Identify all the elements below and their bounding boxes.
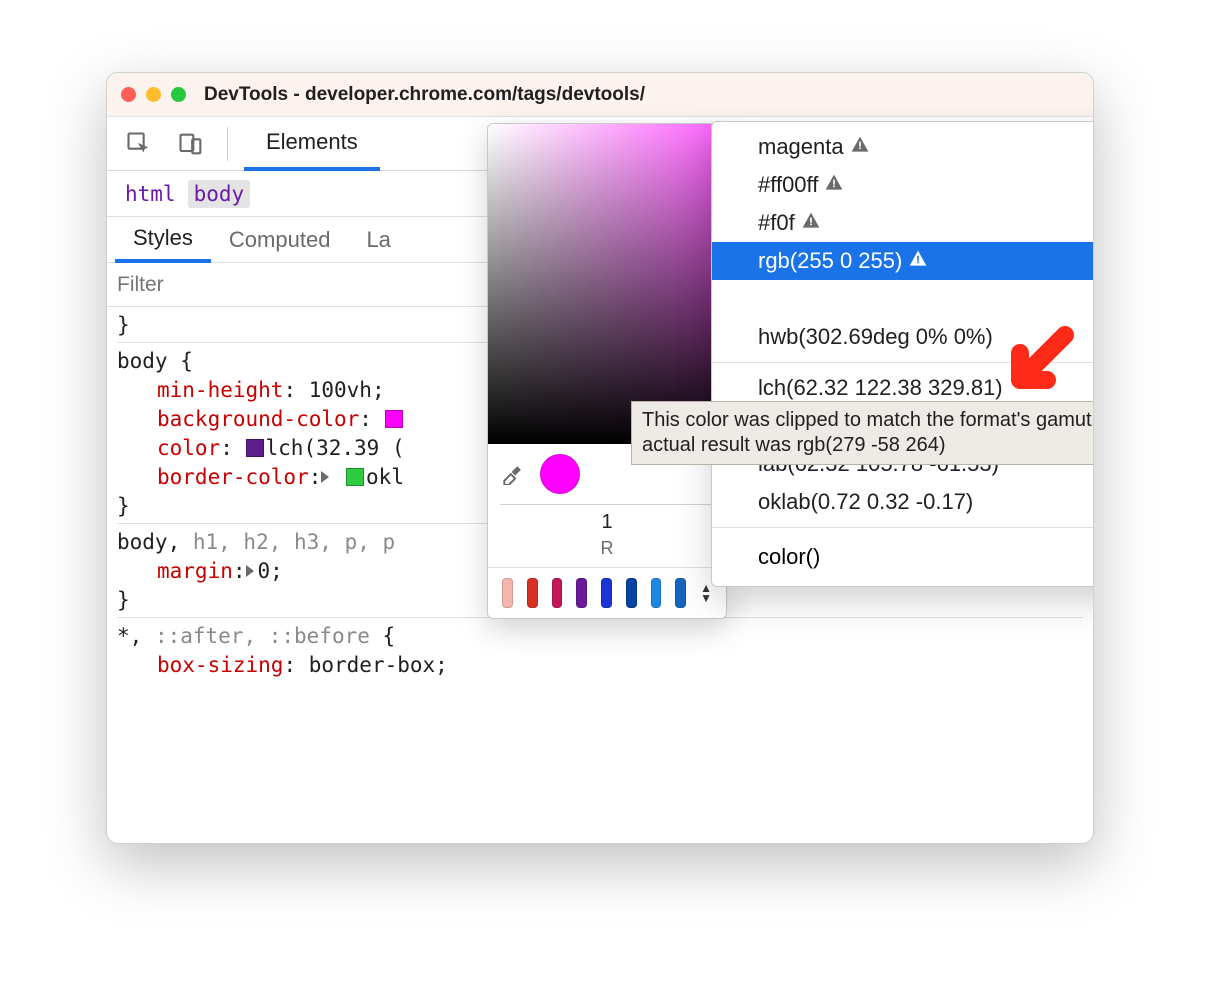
minimize-window-button[interactable] — [146, 87, 161, 102]
breadcrumb-body[interactable]: body — [188, 180, 251, 208]
tab-styles[interactable]: Styles — [115, 217, 211, 263]
tab-computed[interactable]: Computed — [211, 217, 349, 262]
inspect-element-icon[interactable] — [117, 124, 161, 164]
prop-value: 0; — [258, 559, 283, 583]
palette-row: ▲ ▼ — [488, 567, 726, 618]
prop-value: 100vh; — [309, 378, 385, 402]
palette-swatch[interactable] — [576, 578, 587, 608]
saturation-value-area[interactable] — [488, 124, 726, 444]
breadcrumb-html[interactable]: html — [119, 180, 182, 208]
device-toggle-icon[interactable] — [169, 124, 213, 164]
toolbar-separator — [227, 127, 228, 161]
warning-icon — [801, 211, 821, 236]
zoom-window-button[interactable] — [171, 87, 186, 102]
fmt-item-magenta[interactable]: magenta — [712, 128, 1094, 166]
titlebar: DevTools - developer.chrome.com/tags/dev… — [107, 73, 1093, 117]
traffic-lights — [121, 87, 186, 102]
prop-name: background-color — [157, 407, 359, 431]
fmt-item-hex[interactable]: #ff00ff — [712, 166, 1094, 204]
rule-universal: *, ::after, ::before { box-sizing: borde… — [117, 617, 1083, 680]
palette-swatch[interactable] — [601, 578, 612, 608]
prop-name: box-sizing — [157, 653, 283, 677]
palette-swatch[interactable] — [502, 578, 513, 608]
prop-name: border-color — [157, 465, 309, 489]
prop-value: lch(32.39 ( — [266, 436, 405, 460]
chevron-right-icon[interactable] — [321, 471, 329, 483]
eyedropper-icon[interactable] — [500, 459, 526, 490]
alpha-label: R — [500, 538, 714, 559]
tab-elements[interactable]: Elements — [244, 118, 380, 171]
warning-icon — [908, 249, 928, 274]
prop-value: okl — [366, 465, 404, 489]
tab-layout-partial[interactable]: La — [348, 217, 408, 262]
toolbar-icons — [107, 124, 244, 164]
color-swatch-green[interactable] — [346, 468, 364, 486]
palette-swatch[interactable] — [626, 578, 637, 608]
prop-name: margin — [157, 559, 233, 583]
chevron-down-icon: ▼ — [700, 594, 712, 602]
close-window-button[interactable] — [121, 87, 136, 102]
palette-swatch[interactable] — [675, 578, 686, 608]
window-title: DevTools - developer.chrome.com/tags/dev… — [204, 84, 645, 106]
prop-name: min-height — [157, 378, 283, 402]
fmt-item-hsl-partial[interactable]: ) — [712, 280, 1094, 318]
fmt-item-colorfn[interactable]: color() — [712, 534, 1094, 580]
palette-swatch[interactable] — [527, 578, 538, 608]
color-value-row: 1 R — [488, 504, 726, 567]
fmt-item-oklab[interactable]: oklab(0.72 0.32 -0.17) — [712, 483, 1094, 521]
fmt-item-hex-short[interactable]: #f0f — [712, 204, 1094, 242]
color-picker-popover: 1 R ▲ ▼ — [487, 123, 727, 619]
current-color-swatch[interactable] — [540, 454, 580, 494]
palette-swatch[interactable] — [651, 578, 662, 608]
prop-value: border-box; — [309, 653, 448, 677]
chevron-right-icon[interactable] — [246, 565, 254, 577]
decl-box-sizing[interactable]: box-sizing: border-box; — [117, 651, 1083, 680]
warning-icon — [824, 173, 844, 198]
palette-spinner[interactable]: ▲ ▼ — [700, 584, 712, 602]
fmt-item-rgb[interactable]: rgb(255 0 255) — [712, 242, 1094, 280]
menu-separator — [712, 527, 1094, 528]
prop-name: color — [157, 436, 220, 460]
color-swatch-purple[interactable] — [246, 439, 264, 457]
selector-universal[interactable]: *, ::after, ::before { — [117, 622, 1083, 651]
alpha-value[interactable]: 1 — [500, 504, 714, 534]
palette-swatch[interactable] — [552, 578, 563, 608]
annotation-arrow-icon — [993, 317, 1083, 412]
color-swatch-magenta[interactable] — [385, 410, 403, 428]
warning-icon — [850, 135, 870, 160]
alpha-cell: 1 R — [500, 504, 714, 559]
devtools-window: DevTools - developer.chrome.com/tags/dev… — [106, 72, 1094, 844]
